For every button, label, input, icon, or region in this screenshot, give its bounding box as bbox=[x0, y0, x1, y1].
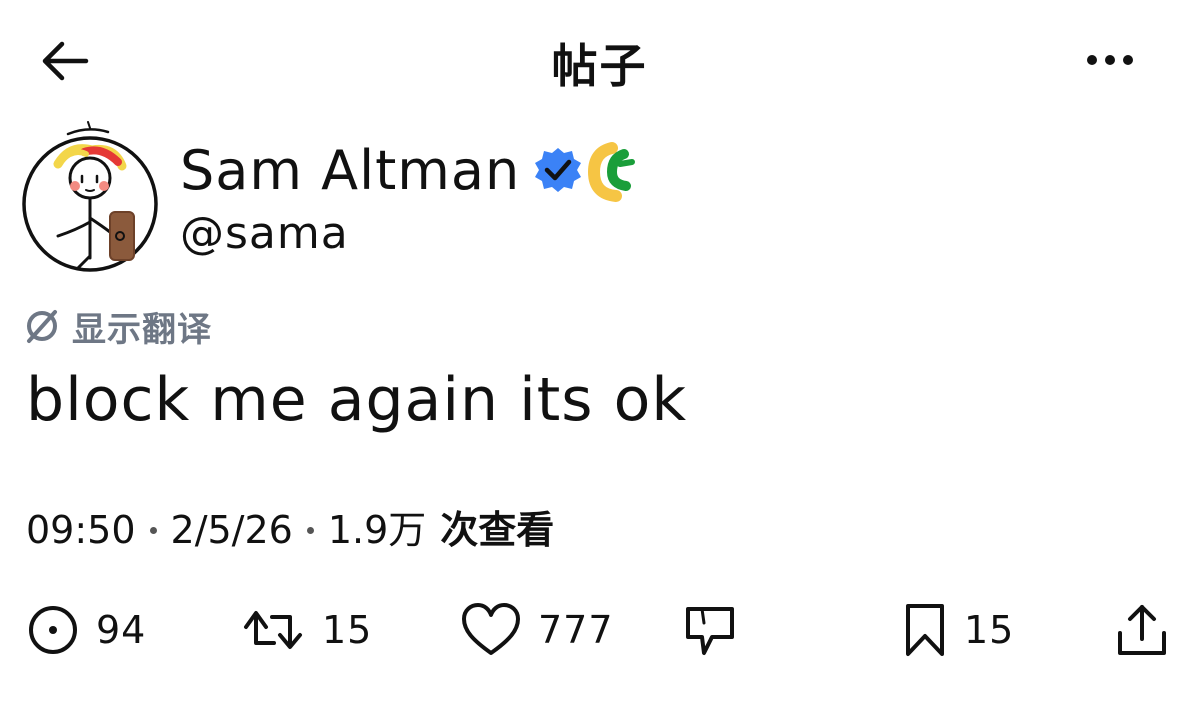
more-horizontal-icon bbox=[1087, 55, 1133, 65]
reply-button[interactable]: 94 bbox=[26, 590, 146, 670]
separator-dot bbox=[149, 526, 157, 534]
bookmark-button[interactable]: 15 bbox=[902, 590, 1014, 670]
repost-icon bbox=[244, 611, 302, 649]
repost-button[interactable]: 15 bbox=[240, 590, 372, 670]
avatar[interactable] bbox=[18, 118, 166, 288]
repost-count: 15 bbox=[322, 608, 373, 652]
views-label: 次查看 bbox=[440, 508, 555, 552]
bookmark-icon bbox=[906, 604, 944, 656]
quote-bubble-icon bbox=[686, 607, 734, 655]
like-count: 777 bbox=[538, 608, 614, 652]
author-name[interactable]: Sam Altman bbox=[180, 136, 520, 206]
author-handle[interactable]: @sama bbox=[180, 204, 349, 264]
badges bbox=[528, 140, 648, 204]
share-icon bbox=[1118, 605, 1166, 655]
show-translation-button[interactable]: 显示翻译 bbox=[24, 302, 212, 350]
post-text: block me again its ok bbox=[26, 365, 688, 435]
stick-figure-avatar-icon bbox=[22, 121, 158, 272]
views-count[interactable]: 1.9万 bbox=[328, 502, 426, 558]
page-title: 帖子 bbox=[551, 39, 648, 93]
heart-icon bbox=[462, 603, 520, 655]
affiliate-badge-icon bbox=[587, 142, 635, 202]
show-translation-label: 显示翻译 bbox=[72, 309, 212, 350]
post-meta: 09:50 2/5/26 1.9万 次查看 bbox=[26, 502, 554, 558]
separator-dot bbox=[306, 526, 314, 534]
reply-icon bbox=[29, 606, 77, 654]
bookmark-count: 15 bbox=[964, 608, 1015, 652]
post-header: 帖子 bbox=[0, 0, 1199, 120]
share-button[interactable] bbox=[1114, 590, 1170, 670]
action-bar: 94 15 777 15 bbox=[0, 590, 1199, 670]
post-date: 2/5/26 bbox=[170, 508, 293, 552]
reply-count: 94 bbox=[96, 608, 147, 652]
like-button[interactable]: 777 bbox=[460, 590, 614, 670]
translate-icon bbox=[27, 310, 57, 343]
more-options-button[interactable] bbox=[1080, 40, 1144, 80]
post-time: 09:50 bbox=[26, 508, 136, 552]
verified-badge-icon bbox=[535, 148, 581, 192]
quote-button[interactable] bbox=[682, 590, 738, 670]
